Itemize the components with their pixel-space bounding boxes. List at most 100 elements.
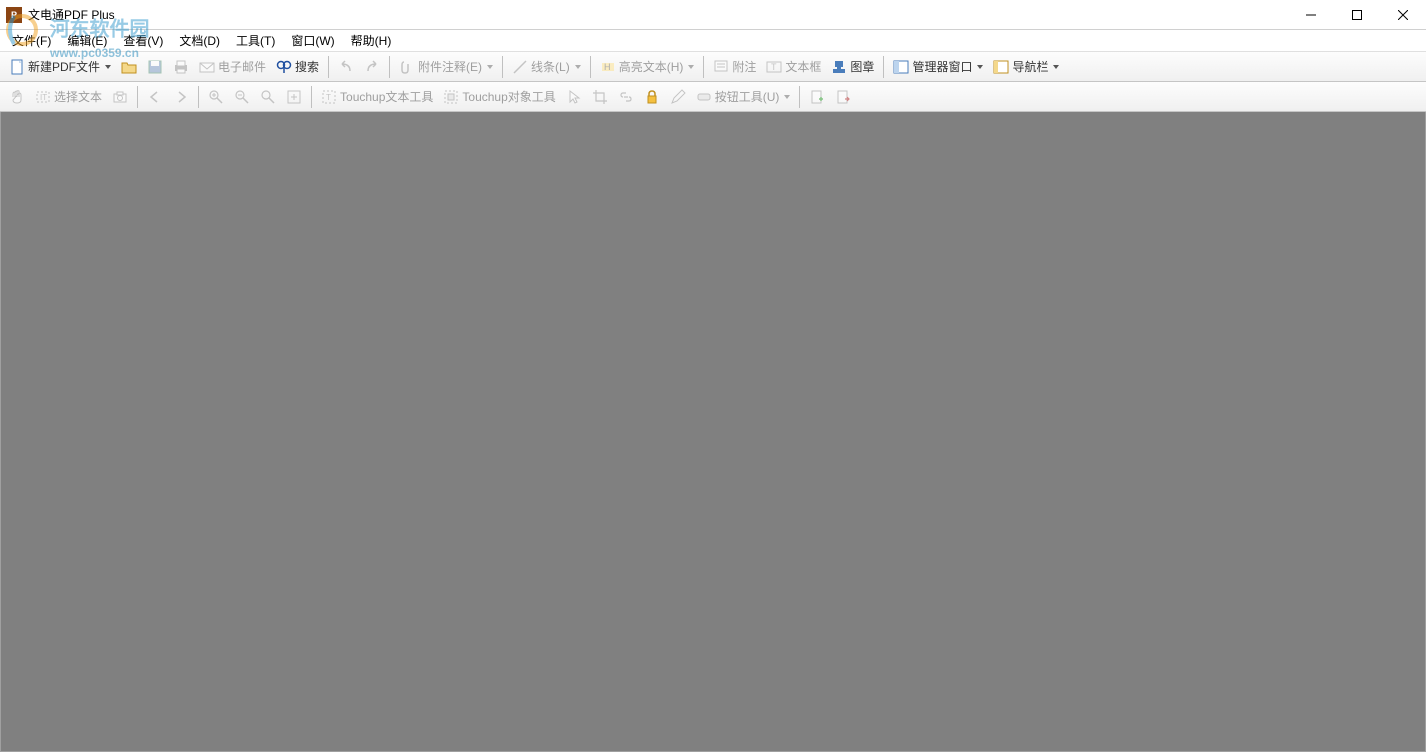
print-button bbox=[168, 55, 194, 79]
manager-window-button[interactable]: 管理器窗口 bbox=[888, 55, 988, 79]
minimize-button[interactable] bbox=[1288, 0, 1334, 30]
highlight-text-button: H 高亮文本(H) bbox=[595, 55, 700, 79]
search-button[interactable]: 搜索 bbox=[271, 55, 324, 79]
text-cursor-icon: IT bbox=[35, 89, 51, 105]
chevron-down-icon bbox=[977, 65, 983, 69]
extract-page-button bbox=[830, 85, 856, 109]
separator bbox=[198, 86, 199, 108]
email-icon bbox=[199, 59, 215, 75]
page-title: 文电通PDF Plus bbox=[28, 6, 115, 23]
menu-window[interactable]: 窗口(W) bbox=[283, 30, 342, 51]
open-button[interactable] bbox=[116, 55, 142, 79]
separator bbox=[328, 56, 329, 78]
minimize-icon bbox=[1306, 10, 1316, 20]
marquee-zoom-button bbox=[255, 85, 281, 109]
close-button[interactable] bbox=[1380, 0, 1426, 30]
note-icon bbox=[713, 59, 729, 75]
toolbar-row-2: IT 选择文本 bbox=[0, 82, 1426, 112]
lock-icon bbox=[644, 89, 660, 105]
pen-icon bbox=[670, 89, 686, 105]
app-icon: P bbox=[6, 7, 22, 23]
stamp-button[interactable]: 图章 bbox=[826, 55, 879, 79]
link-button bbox=[613, 85, 639, 109]
link-icon bbox=[618, 89, 634, 105]
button-tool-label: 按钮工具(U) bbox=[715, 88, 780, 105]
touchup-text-label: Touchup文本工具 bbox=[340, 88, 433, 105]
snapshot-button bbox=[107, 85, 133, 109]
menu-view[interactable]: 查看(V) bbox=[115, 30, 171, 51]
maximize-icon bbox=[1352, 10, 1362, 20]
redo-button bbox=[359, 55, 385, 79]
toolbar-row-1: 新建PDF文件 电子邮件 搜索 bbox=[0, 52, 1426, 82]
new-pdf-label: 新建PDF文件 bbox=[28, 58, 100, 75]
maximize-button[interactable] bbox=[1334, 0, 1380, 30]
new-pdf-button[interactable]: 新建PDF文件 bbox=[4, 55, 116, 79]
fit-page-icon bbox=[286, 89, 302, 105]
separator bbox=[137, 86, 138, 108]
svg-text:T: T bbox=[326, 93, 331, 102]
annotation-label: 附注 bbox=[732, 58, 756, 75]
hand-icon bbox=[9, 89, 25, 105]
svg-text:H: H bbox=[604, 62, 611, 72]
email-button: 电子邮件 bbox=[194, 55, 271, 79]
textbox-label: 文本框 bbox=[785, 58, 821, 75]
document-viewport bbox=[0, 112, 1426, 752]
prev-page-button bbox=[142, 85, 168, 109]
button-icon bbox=[696, 89, 712, 105]
undo-icon bbox=[338, 59, 354, 75]
highlight-text-label: 高亮文本(H) bbox=[619, 58, 684, 75]
zoom-out-icon bbox=[234, 89, 250, 105]
attachment-annot-label: 附件注释(E) bbox=[418, 58, 482, 75]
annotation-button: 附注 bbox=[708, 55, 761, 79]
chevron-down-icon bbox=[487, 65, 493, 69]
select-text-button: IT 选择文本 bbox=[30, 85, 107, 109]
separator bbox=[799, 86, 800, 108]
redo-icon bbox=[364, 59, 380, 75]
pointer-button bbox=[561, 85, 587, 109]
page-add-icon bbox=[809, 89, 825, 105]
new-file-icon bbox=[9, 59, 25, 75]
window-controls bbox=[1288, 0, 1426, 30]
separator bbox=[703, 56, 704, 78]
menu-tool[interactable]: 工具(T) bbox=[228, 30, 283, 51]
button-tool-button: 按钮工具(U) bbox=[691, 85, 796, 109]
navbar-button[interactable]: 导航栏 bbox=[988, 55, 1064, 79]
menu-help[interactable]: 帮助(H) bbox=[343, 30, 400, 51]
manager-window-label: 管理器窗口 bbox=[912, 58, 972, 75]
select-text-label: 选择文本 bbox=[54, 88, 102, 105]
stamp-label: 图章 bbox=[850, 58, 874, 75]
search-label: 搜索 bbox=[295, 58, 319, 75]
touchup-text-icon: T bbox=[321, 89, 337, 105]
undo-button bbox=[333, 55, 359, 79]
touchup-object-button: Touchup对象工具 bbox=[438, 85, 560, 109]
chevron-down-icon bbox=[784, 95, 790, 99]
magnifier-icon bbox=[260, 89, 276, 105]
crop-button bbox=[587, 85, 613, 109]
panel-icon bbox=[893, 59, 909, 75]
highlight-icon: H bbox=[600, 59, 616, 75]
save-button bbox=[142, 55, 168, 79]
next-page-button bbox=[168, 85, 194, 109]
navbar-icon bbox=[993, 59, 1009, 75]
chevron-down-icon bbox=[688, 65, 694, 69]
zoom-out-button bbox=[229, 85, 255, 109]
insert-page-button bbox=[804, 85, 830, 109]
menu-document[interactable]: 文档(D) bbox=[171, 30, 228, 51]
close-icon bbox=[1398, 10, 1408, 20]
cursor-icon bbox=[566, 89, 582, 105]
save-icon bbox=[147, 59, 163, 75]
menu-file[interactable]: 文件(F) bbox=[4, 30, 59, 51]
separator bbox=[389, 56, 390, 78]
separator bbox=[590, 56, 591, 78]
chevron-down-icon bbox=[1053, 65, 1059, 69]
touchup-text-button: T Touchup文本工具 bbox=[316, 85, 438, 109]
textbox-button: T 文本框 bbox=[761, 55, 826, 79]
svg-text:T: T bbox=[771, 62, 777, 72]
fit-page-button bbox=[281, 85, 307, 109]
arrow-right-icon bbox=[173, 89, 189, 105]
sign-button bbox=[665, 85, 691, 109]
search-icon bbox=[276, 59, 292, 75]
menu-edit[interactable]: 编辑(E) bbox=[59, 30, 115, 51]
lock-button[interactable] bbox=[639, 85, 665, 109]
stamp-icon bbox=[831, 59, 847, 75]
